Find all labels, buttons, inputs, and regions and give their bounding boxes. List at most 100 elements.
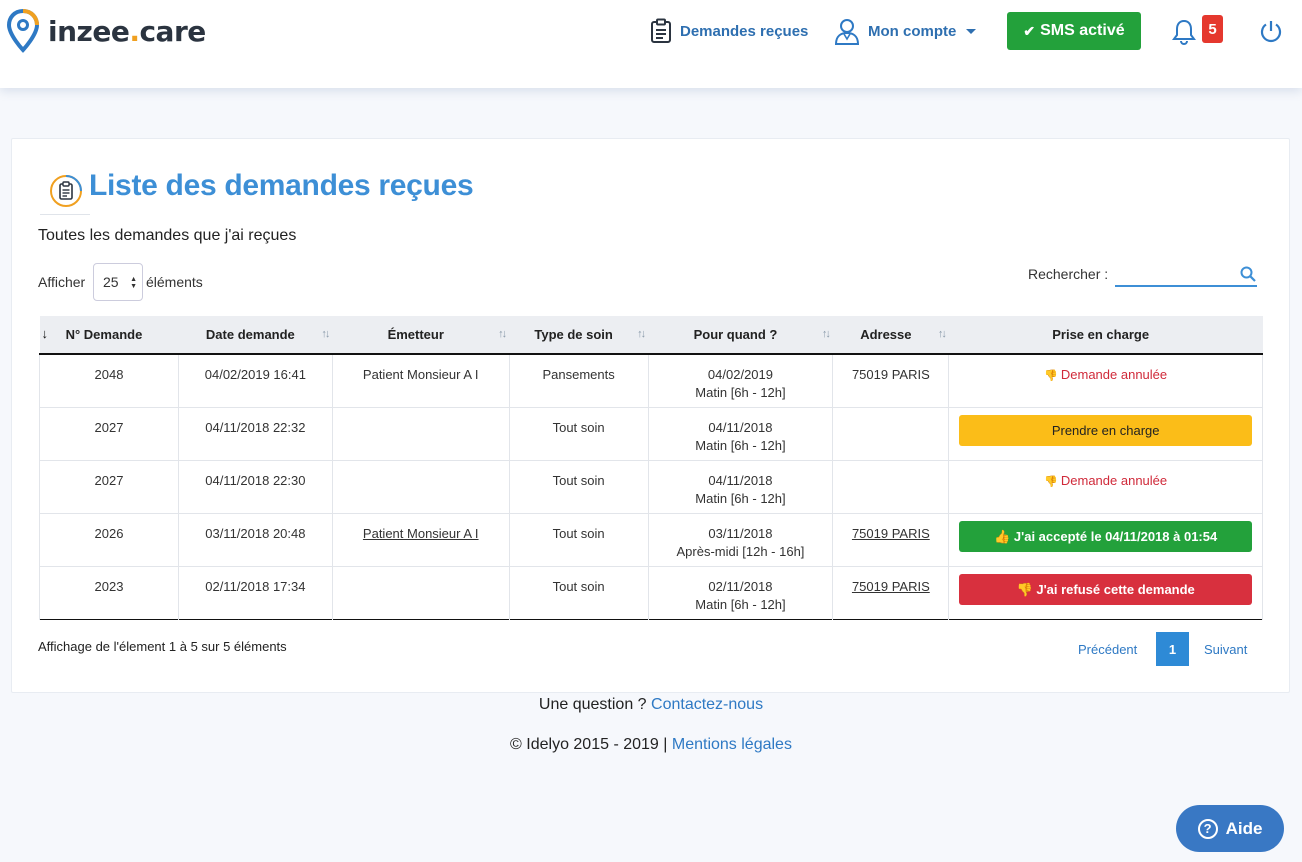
cell-date: 04/11/2018 22:30	[177, 460, 333, 513]
quand-date: 04/11/2018	[708, 472, 773, 488]
show-entries-label: Afficher	[38, 274, 86, 290]
nav-mon-compte[interactable]: Mon compte	[834, 0, 977, 62]
thumbs-down-icon: 👎	[1044, 370, 1058, 382]
quand-date: 03/11/2018	[708, 525, 773, 541]
col-header-emetteur[interactable]: Émetteur ↑↓	[332, 316, 510, 355]
sort-icon: ↑↓	[637, 328, 646, 340]
table-info: Affichage de l'élement 1 à 5 sur 5 éléme…	[38, 639, 287, 654]
footer-copyright: © Idelyo 2015 - 2019 | Mentions légales	[0, 736, 1302, 754]
power-icon[interactable]	[1259, 19, 1283, 43]
status-cancelled: 👎 Demande annulée	[1044, 472, 1168, 488]
quand-slot: Matin [6h - 12h]	[695, 596, 786, 612]
cell-prise: 👍 J'ai accepté le 04/11/2018 à 01:54	[948, 513, 1263, 566]
table-row: 2023 02/11/2018 17:34 Tout soin 02/11/2018 M…	[39, 566, 1263, 619]
sort-icon: ↑↓	[321, 328, 330, 340]
pagination-next[interactable]: Suivant	[1204, 642, 1247, 657]
bell-icon[interactable]	[1171, 18, 1197, 46]
cell-num: 2026	[39, 513, 179, 566]
adresse-text: 75019 PARIS	[851, 367, 930, 382]
col-header-num[interactable]: ↓ N° Demande	[39, 316, 179, 355]
adresse-text[interactable]: 75019 PARIS	[852, 579, 930, 594]
cell-emetteur	[331, 407, 510, 460]
show-entries-select[interactable]: 25 ▲ ▼	[93, 263, 143, 301]
contact-link[interactable]: Contactez-nous	[651, 696, 763, 713]
check-icon: ✔	[1023, 22, 1036, 39]
thumbs-down-icon: 👎	[1044, 475, 1058, 488]
page-subtitle: Toutes les demandes que j'ai reçues	[38, 227, 297, 244]
sort-icon: ↑↓	[498, 328, 507, 340]
cell-prise: 👎 J'ai refusé cette demande	[948, 566, 1263, 619]
nav-demandes-label: Demandes reçues	[680, 22, 809, 40]
table-row: 2027 04/11/2018 22:30 Tout soin 04/11/2018 M…	[39, 460, 1263, 513]
search-icon[interactable]	[1240, 266, 1256, 282]
top-header: inzee.care Demandes reçues Mon compte ✔ …	[0, 0, 1302, 88]
col-header-prise[interactable]: Prise en charge	[948, 316, 1263, 355]
cell-prise: 👎 Demande annulée	[948, 460, 1263, 513]
status-cancelled: 👎 Demande annulée	[1044, 367, 1168, 382]
search-input[interactable]	[1115, 263, 1257, 287]
cell-prise: 👎 Demande annulée	[948, 354, 1263, 407]
cell-num: 2027	[39, 460, 179, 513]
clipboard-badge-icon	[50, 175, 82, 207]
logo[interactable]: inzee.care	[6, 8, 206, 54]
cell-quand: 04/11/2018 Matin [6h - 12h]	[647, 460, 833, 513]
footer-question-text: Une question ?	[538, 696, 647, 713]
cell-quand: 04/11/2018 Matin [6h - 12h]	[647, 407, 833, 460]
cell-date: 02/11/2018 17:34	[177, 566, 333, 619]
cell-adresse: 75019 PARIS	[832, 354, 949, 407]
nav-compte-label: Mon compte	[868, 22, 957, 40]
page-title: Liste des demandes reçues	[89, 169, 474, 202]
thumbs-down-icon: 👎	[1016, 581, 1037, 597]
pagination-page-1[interactable]: 1	[1156, 632, 1189, 666]
copyright-text: © Idelyo 2015 - 2019 |	[510, 736, 668, 753]
cell-date: 04/02/2019 16:41	[177, 354, 333, 407]
quand-date: 04/11/2018	[708, 419, 773, 435]
cell-quand: 02/11/2018 Matin [6h - 12h]	[647, 566, 833, 619]
show-entries-suffix: éléments	[146, 274, 203, 290]
logo-text: inzee.care	[48, 14, 206, 48]
cell-type: Tout soin	[508, 513, 649, 566]
sort-desc-icon: ↓	[41, 326, 48, 341]
requests-table: ↓ N° Demande Date demande ↑↓ Émetteur ↑↓ Ty…	[39, 316, 1263, 620]
table-header-row: ↓ N° Demande Date demande ↑↓ Émetteur ↑↓ Ty…	[39, 316, 1263, 355]
cell-type: Tout soin	[508, 460, 649, 513]
take-charge-button[interactable]: Prendre en charge	[959, 414, 1252, 446]
col-header-adresse[interactable]: Adresse ↑↓	[832, 316, 949, 355]
col-header-quand[interactable]: Pour quand ? ↑↓	[648, 316, 833, 355]
cell-adresse	[832, 460, 949, 513]
show-entries-value: 25	[103, 274, 119, 290]
quand-date: 02/11/2018	[708, 578, 773, 594]
question-icon: ?	[1197, 818, 1218, 839]
quand-slot: Après-midi [12h - 16h]	[676, 543, 805, 559]
adresse-text[interactable]: 75019 PARIS	[852, 526, 930, 541]
status-accepted[interactable]: 👍 J'ai accepté le 04/11/2018 à 01:54	[959, 520, 1252, 552]
sort-icon: ↑↓	[821, 328, 831, 340]
table-row: 2027 04/11/2018 22:32 Tout soin 04/11/2018 M…	[39, 407, 1263, 460]
cell-quand: 04/02/2019 Matin [6h - 12h]	[647, 354, 833, 407]
status-refused[interactable]: 👎 J'ai refusé cette demande	[959, 573, 1252, 605]
notification-badge[interactable]: 5	[1202, 15, 1223, 43]
col-header-type[interactable]: Type de soin ↑↓	[509, 316, 649, 355]
emetteur-text[interactable]: Patient Monsieur A I	[363, 526, 479, 541]
search-label: Rechercher :	[1028, 266, 1109, 282]
help-button[interactable]: ? Aide	[1176, 805, 1284, 852]
col-header-date[interactable]: Date demande ↑↓	[178, 316, 333, 355]
cell-adresse	[832, 407, 949, 460]
legal-link[interactable]: Mentions légales	[672, 736, 792, 753]
pagination-prev[interactable]: Précédent	[1078, 642, 1137, 657]
quand-slot: Matin [6h - 12h]	[695, 490, 786, 506]
cell-num: 2027	[39, 407, 179, 460]
map-pin-icon	[6, 8, 40, 53]
cell-adresse: 75019 PARIS	[832, 513, 949, 566]
cell-emetteur	[331, 460, 510, 513]
emetteur-text: Patient Monsieur A I	[362, 367, 479, 382]
cell-type: Tout soin	[508, 566, 649, 619]
clipboard-icon	[651, 18, 671, 43]
quand-slot: Matin [6h - 12h]	[695, 385, 786, 400]
title-divider	[40, 214, 90, 215]
sms-active-button[interactable]: ✔ SMS activé	[1007, 12, 1141, 50]
cell-emetteur: Patient Monsieur A I	[331, 354, 510, 407]
nav-demandes-recues[interactable]: Demandes reçues	[650, 0, 808, 62]
cell-quand: 03/11/2018 Après-midi [12h - 16h]	[647, 513, 833, 566]
requests-card: Liste des demandes reçues Toutes les dem…	[11, 138, 1290, 693]
